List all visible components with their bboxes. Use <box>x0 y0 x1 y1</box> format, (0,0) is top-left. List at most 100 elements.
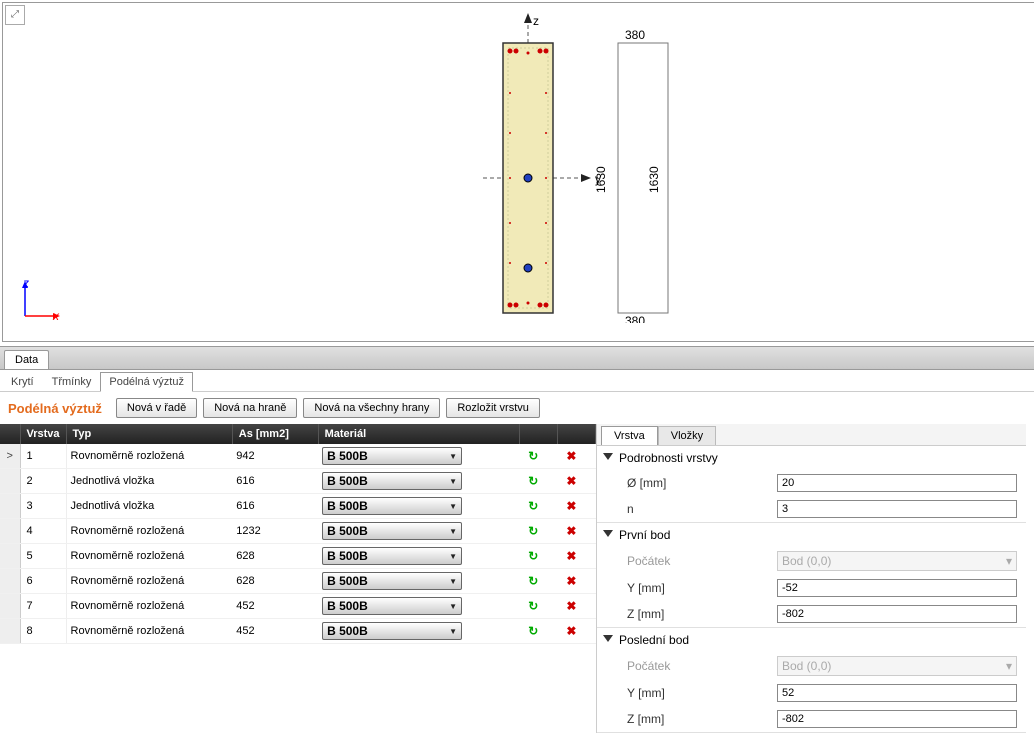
table-row[interactable]: 6Rovnoměrně rozložená628B 500B▼↻✖ <box>0 569 596 594</box>
tab-data[interactable]: Data <box>4 350 49 369</box>
delete-icon[interactable]: ✖ <box>562 522 580 540</box>
prop-diameter-input[interactable] <box>777 474 1017 492</box>
prop-n-label: n <box>627 502 777 516</box>
delete-icon[interactable]: ✖ <box>562 447 580 465</box>
first-origin-label: Počátek <box>627 554 777 568</box>
new-in-row-button[interactable]: Nová v řadě <box>116 398 197 418</box>
cell-refresh: ↻ <box>519 444 557 469</box>
first-z-input[interactable] <box>777 605 1017 623</box>
cell-material: B 500B▼ <box>318 519 519 544</box>
cell-layer: 3 <box>20 494 66 519</box>
cell-layer: 1 <box>20 444 66 469</box>
refresh-icon[interactable]: ↻ <box>524 472 542 490</box>
row-selector[interactable] <box>0 519 20 544</box>
group-lastpoint-header[interactable]: Poslední bod <box>597 628 1026 652</box>
refresh-icon[interactable]: ↻ <box>524 622 542 640</box>
right-tab-vlozky[interactable]: Vložky <box>658 426 716 445</box>
dim-top: 380 <box>625 28 645 42</box>
group-details-header[interactable]: Podrobnosti vrstvy <box>597 446 1026 470</box>
row-selector[interactable] <box>0 619 20 644</box>
last-z-input[interactable] <box>777 710 1017 728</box>
group-firstpoint-header[interactable]: První bod <box>597 523 1026 547</box>
table-row[interactable]: 3Jednotlivá vložka616B 500B▼↻✖ <box>0 494 596 519</box>
explode-layer-button[interactable]: Rozložit vrstvu <box>446 398 540 418</box>
first-y-input[interactable] <box>777 579 1017 597</box>
cell-delete: ✖ <box>557 619 595 644</box>
row-selector[interactable] <box>0 594 20 619</box>
table-row[interactable]: 8Rovnoměrně rozložená452B 500B▼↻✖ <box>0 619 596 644</box>
table-row[interactable]: 5Rovnoměrně rozložená628B 500B▼↻✖ <box>0 544 596 569</box>
cell-type: Jednotlivá vložka <box>66 469 232 494</box>
row-selector[interactable] <box>0 544 20 569</box>
section-title: Podélná výztuž <box>8 401 102 416</box>
last-y-input[interactable] <box>777 684 1017 702</box>
material-select[interactable]: B 500B▼ <box>322 497 462 515</box>
cell-layer: 4 <box>20 519 66 544</box>
col-actions-2 <box>557 424 595 444</box>
new-on-edge-button[interactable]: Nová na hraně <box>203 398 297 418</box>
delete-icon[interactable]: ✖ <box>562 547 580 565</box>
reinforcement-toolbar: Podélná výztuž Nová v řadě Nová na hraně… <box>0 392 1034 424</box>
cell-type: Rovnoměrně rozložená <box>66 594 232 619</box>
material-select[interactable]: B 500B▼ <box>322 472 462 490</box>
prop-diameter-label: Ø [mm] <box>627 476 777 490</box>
delete-icon[interactable]: ✖ <box>562 472 580 490</box>
table-row[interactable]: 4Rovnoměrně rozložená1232B 500B▼↻✖ <box>0 519 596 544</box>
cell-as: 452 <box>232 594 318 619</box>
properties-panel: Vrstva Vložky Podrobnosti vrstvy Ø [mm] … <box>596 424 1026 733</box>
row-selector[interactable] <box>0 469 20 494</box>
row-selector[interactable] <box>0 569 20 594</box>
table-row[interactable]: >1Rovnoměrně rozložená942B 500B▼↻✖ <box>0 444 596 469</box>
cell-refresh: ↻ <box>519 494 557 519</box>
cell-material: B 500B▼ <box>318 494 519 519</box>
last-z-label: Z [mm] <box>627 712 777 726</box>
last-origin-label: Počátek <box>627 659 777 673</box>
material-select[interactable]: B 500B▼ <box>322 522 462 540</box>
material-select[interactable]: B 500B▼ <box>322 572 462 590</box>
expand-viewport-button[interactable]: ⤢ <box>5 5 25 25</box>
material-select[interactable]: B 500B▼ <box>322 547 462 565</box>
cell-delete: ✖ <box>557 444 595 469</box>
col-as: As [mm2] <box>232 424 318 444</box>
col-material: Materiál <box>318 424 519 444</box>
delete-icon[interactable]: ✖ <box>562 597 580 615</box>
group-lastpoint-title: Poslední bod <box>619 633 689 647</box>
viewport-3d[interactable]: ⤢ z y <box>2 2 1034 342</box>
first-origin-select: Bod (0,0)▾ <box>777 551 1017 571</box>
cell-material: B 500B▼ <box>318 469 519 494</box>
col-selector <box>0 424 20 444</box>
cell-as: 942 <box>232 444 318 469</box>
prop-n-input[interactable] <box>777 500 1017 518</box>
row-selector[interactable]: > <box>0 444 20 469</box>
first-y-label: Y [mm] <box>627 581 777 595</box>
sub-tab-podelna[interactable]: Podélná výztuž <box>100 372 193 392</box>
refresh-icon[interactable]: ↻ <box>524 597 542 615</box>
table-row[interactable]: 2Jednotlivá vložka616B 500B▼↻✖ <box>0 469 596 494</box>
refresh-icon[interactable]: ↻ <box>524 447 542 465</box>
row-selector[interactable] <box>0 494 20 519</box>
cell-layer: 2 <box>20 469 66 494</box>
refresh-icon[interactable]: ↻ <box>524 522 542 540</box>
delete-icon[interactable]: ✖ <box>562 622 580 640</box>
cell-refresh: ↻ <box>519 569 557 594</box>
table-row[interactable]: 7Rovnoměrně rozložená452B 500B▼ ↻ ✖ <box>0 594 596 619</box>
material-select[interactable]: B 500B▼ <box>322 447 462 465</box>
right-tab-vrstva[interactable]: Vrstva <box>601 426 658 445</box>
refresh-icon[interactable]: ↻ <box>524 497 542 515</box>
sub-tab-trminky[interactable]: Třmínky <box>43 372 101 391</box>
cell-delete: ✖ <box>557 469 595 494</box>
delete-icon[interactable]: ✖ <box>562 572 580 590</box>
material-select[interactable]: B 500B▼ <box>322 622 462 640</box>
cell-refresh: ↻ <box>519 594 557 619</box>
refresh-icon[interactable]: ↻ <box>524 547 542 565</box>
dim-right: 1630 <box>647 166 661 193</box>
refresh-icon[interactable]: ↻ <box>524 572 542 590</box>
delete-icon[interactable]: ✖ <box>562 497 580 515</box>
group-details-title: Podrobnosti vrstvy <box>619 451 718 465</box>
reinforcement-table: Vrstva Typ As [mm2] Materiál >1Rovnoměrn… <box>0 424 596 644</box>
sub-tab-kryti[interactable]: Krytí <box>2 372 43 391</box>
new-on-all-edges-button[interactable]: Nová na všechny hrany <box>303 398 440 418</box>
gizmo-x-label: x <box>53 309 59 323</box>
material-select[interactable]: B 500B▼ <box>322 597 462 615</box>
cell-layer: 7 <box>20 594 66 619</box>
